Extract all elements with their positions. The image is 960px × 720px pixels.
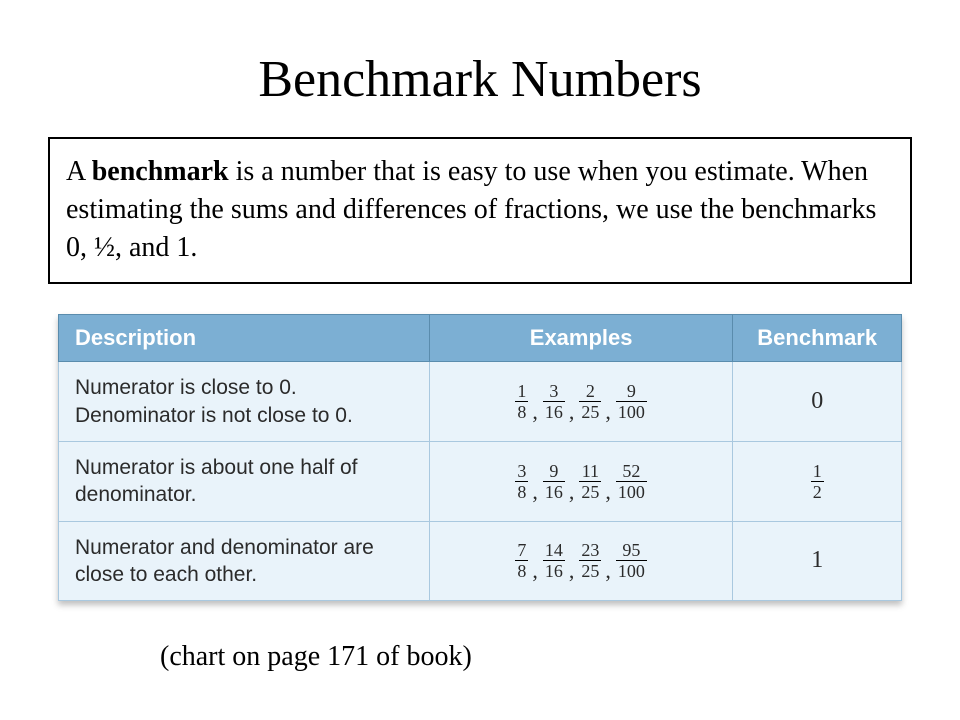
table-row: Numerator is about one half of denominat… — [59, 441, 902, 521]
comma: , — [569, 558, 575, 584]
fraction-denominator: 8 — [515, 482, 528, 501]
fraction-denominator: 100 — [616, 561, 647, 580]
fraction-numerator: 23 — [579, 541, 601, 561]
caption: (chart on page 171 of book) — [160, 641, 920, 673]
fraction-denominator: 25 — [579, 482, 601, 501]
fraction-numerator: 1 — [811, 462, 824, 482]
fraction-denominator: 16 — [543, 402, 565, 421]
fraction-numerator: 2 — [579, 382, 601, 402]
fraction-numerator: 11 — [579, 462, 601, 482]
comma: , — [605, 399, 611, 425]
fraction: 38 — [515, 462, 528, 501]
fraction: 95100 — [616, 541, 647, 580]
th-benchmark: Benchmark — [733, 315, 902, 362]
fraction-denominator: 8 — [515, 402, 528, 421]
table-row: Numerator and denominator are close to e… — [59, 521, 902, 601]
fraction: 2325 — [579, 541, 601, 580]
fraction-denominator: 16 — [543, 561, 565, 580]
cell-benchmark: 12 — [733, 441, 902, 521]
fraction-numerator: 7 — [515, 541, 528, 561]
benchmark-table: Description Examples Benchmark Numerator… — [58, 314, 902, 601]
definition-lead: benchmark — [92, 156, 229, 187]
comma: , — [569, 399, 575, 425]
fraction-denominator: 25 — [579, 561, 601, 580]
comma: , — [605, 558, 611, 584]
fraction-denominator: 100 — [616, 482, 647, 501]
definition-box: A benchmark is a number that is easy to … — [48, 137, 912, 284]
comma: , — [532, 479, 538, 505]
fraction-denominator: 2 — [811, 482, 824, 501]
table-body: Numerator is close to 0. Denominator is … — [59, 362, 902, 601]
fraction: 78 — [515, 541, 528, 580]
cell-examples: 18,316,225,9100 — [429, 362, 732, 442]
fraction-numerator: 3 — [543, 382, 565, 402]
fraction-numerator: 14 — [543, 541, 565, 561]
cell-examples: 38,916,1125,52100 — [429, 441, 732, 521]
fraction-numerator: 95 — [616, 541, 647, 561]
th-examples: Examples — [429, 315, 732, 362]
comma: , — [569, 479, 575, 505]
fraction-denominator: 8 — [515, 561, 528, 580]
fraction-denominator: 25 — [579, 402, 601, 421]
fraction-numerator: 9 — [616, 382, 647, 402]
definition-prefix: A — [66, 156, 92, 187]
fraction: 1416 — [543, 541, 565, 580]
cell-examples: 78,1416,2325,95100 — [429, 521, 732, 601]
fraction-numerator: 52 — [616, 462, 647, 482]
fraction: 916 — [543, 462, 565, 501]
fraction-numerator: 3 — [515, 462, 528, 482]
comma: , — [532, 399, 538, 425]
table-header-row: Description Examples Benchmark — [59, 315, 902, 362]
cell-benchmark: 1 — [733, 521, 902, 601]
fraction-denominator: 100 — [616, 402, 647, 421]
cell-description: Numerator is about one half of denominat… — [59, 441, 430, 521]
fraction: 52100 — [616, 462, 647, 501]
fraction-denominator: 16 — [543, 482, 565, 501]
fraction-numerator: 9 — [543, 462, 565, 482]
fraction: 316 — [543, 382, 565, 421]
fraction: 9100 — [616, 382, 647, 421]
page-title: Benchmark Numbers — [40, 50, 920, 109]
slide: Benchmark Numbers A benchmark is a numbe… — [0, 0, 960, 720]
cell-description: Numerator is close to 0. Denominator is … — [59, 362, 430, 442]
comma: , — [532, 558, 538, 584]
fraction: 18 — [515, 382, 528, 421]
table-row: Numerator is close to 0. Denominator is … — [59, 362, 902, 442]
benchmark-table-wrap: Description Examples Benchmark Numerator… — [58, 314, 902, 601]
cell-description: Numerator and denominator are close to e… — [59, 521, 430, 601]
fraction: 1125 — [579, 462, 601, 501]
fraction: 12 — [811, 462, 824, 501]
cell-benchmark: 0 — [733, 362, 902, 442]
fraction: 225 — [579, 382, 601, 421]
th-description: Description — [59, 315, 430, 362]
fraction-numerator: 1 — [515, 382, 528, 402]
comma: , — [605, 479, 611, 505]
